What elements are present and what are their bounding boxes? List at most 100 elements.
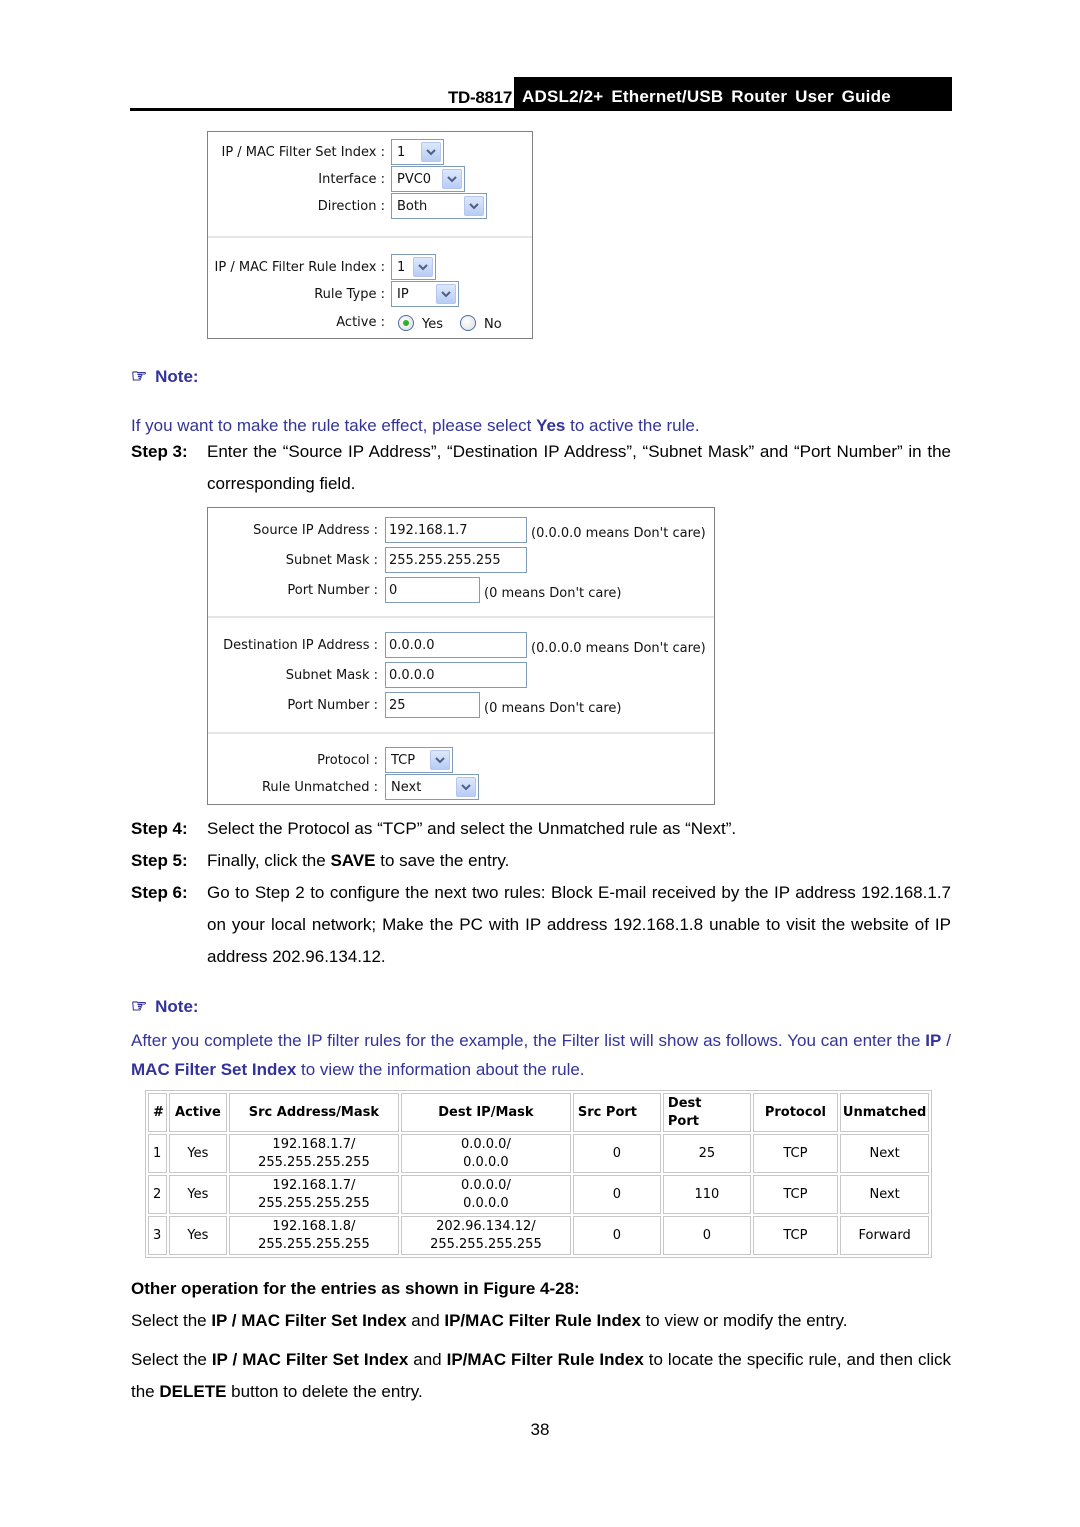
dest-port-hint: (0 means Don't care) bbox=[484, 701, 622, 716]
active-no-radio[interactable] bbox=[460, 315, 476, 331]
rule-type-label: Rule Type : bbox=[314, 287, 385, 302]
chevron-down-icon[interactable] bbox=[464, 196, 484, 216]
panel-divider bbox=[208, 732, 714, 734]
cell-src-text: 255.255.255.255 bbox=[258, 1236, 370, 1252]
cell-dest-port-text: 25 bbox=[698, 1145, 716, 1161]
dest-ip-hint: (0.0.0.0 means Don't care) bbox=[531, 641, 706, 656]
chevron-down-icon[interactable] bbox=[436, 284, 456, 304]
note-text-part: If you want to make the rule take effect… bbox=[131, 416, 537, 435]
step-3: Step 3: Enter the “Source IP Address”, “… bbox=[131, 436, 951, 500]
ip-rule-panel: Source IP Address : 192.168.1.7 (0.0.0.0… bbox=[207, 507, 715, 805]
step-text-bold: SAVE bbox=[330, 851, 376, 870]
dest-mask-label: Subnet Mask : bbox=[285, 668, 378, 683]
other-ops-heading: Other operation for the entries as shown… bbox=[131, 1279, 580, 1298]
cell-protocol: TCP bbox=[752, 1134, 838, 1173]
rule-unmatched-select[interactable]: Next bbox=[385, 774, 479, 800]
cell-src-text: 255.255.255.255 bbox=[258, 1154, 370, 1170]
source-mask-input[interactable]: 255.255.255.255 bbox=[385, 547, 527, 573]
cell-protocol-text: TCP bbox=[783, 1145, 808, 1161]
cell-dest-text: 202.96.134.12/ bbox=[436, 1218, 536, 1234]
cell-unmatched-text: Forward bbox=[858, 1227, 911, 1243]
cell-num: 3 bbox=[148, 1216, 167, 1255]
cell-active-text: Yes bbox=[187, 1186, 209, 1202]
col-header-unmatched: Unmatched bbox=[839, 1093, 930, 1132]
text-bold: IP / MAC Filter Set Index bbox=[211, 1311, 407, 1330]
source-port-input[interactable]: 0 bbox=[385, 577, 480, 603]
rule-index-label: IP / MAC Filter Rule Index : bbox=[214, 260, 385, 275]
protocol-select[interactable]: TCP bbox=[385, 747, 453, 773]
note-heading: ☞ Note: bbox=[131, 996, 199, 1017]
col-header-dest-port: Dest Port bbox=[662, 1093, 751, 1132]
step-5: Step 5: Finally, click the SAVE to save … bbox=[131, 845, 951, 877]
step-text: to save the entry. bbox=[375, 851, 510, 870]
text-part: Select the bbox=[131, 1350, 212, 1369]
cell-num-text: 3 bbox=[153, 1227, 162, 1243]
set-index-select[interactable]: 1 bbox=[391, 139, 444, 165]
other-ops-p2: Select the IP / MAC Filter Set Index and… bbox=[131, 1344, 951, 1408]
active-yes-radio[interactable] bbox=[398, 315, 414, 331]
cell-src-text: 192.168.1.7/ bbox=[272, 1136, 356, 1152]
cell-num: 1 bbox=[148, 1134, 167, 1173]
interface-label: Interface : bbox=[318, 172, 385, 187]
dest-mask-value: 0.0.0.0 bbox=[389, 667, 435, 683]
filter-set-panel: IP / MAC Filter Set Index : 1 Interface … bbox=[207, 131, 533, 339]
source-port-hint: (0 means Don't care) bbox=[484, 586, 622, 601]
cell-active: Yes bbox=[168, 1134, 227, 1173]
chevron-down-icon[interactable] bbox=[430, 750, 450, 770]
cell-unmatched-text: Next bbox=[869, 1145, 900, 1161]
source-ip-input[interactable]: 192.168.1.7 bbox=[385, 517, 527, 543]
col-header-active: Active bbox=[168, 1093, 227, 1132]
text-bold: IP/MAC Filter Rule Index bbox=[446, 1350, 644, 1369]
cell-dest: 202.96.134.12/255.255.255.255 bbox=[400, 1216, 571, 1255]
cell-dest: 0.0.0.0/0.0.0.0 bbox=[400, 1175, 571, 1214]
cell-dest-port-text: 110 bbox=[694, 1186, 720, 1202]
source-ip-label: Source IP Address : bbox=[253, 523, 378, 538]
cell-src-text: 255.255.255.255 bbox=[258, 1195, 370, 1211]
text-part: and bbox=[408, 1350, 447, 1369]
cell-unmatched: Next bbox=[839, 1175, 930, 1214]
dest-mask-input[interactable]: 0.0.0.0 bbox=[385, 662, 527, 688]
direction-value: Both bbox=[397, 198, 428, 214]
note-text: After you complete the IP filter rules f… bbox=[131, 1026, 951, 1084]
cell-unmatched: Forward bbox=[839, 1216, 930, 1255]
dest-ip-value: 0.0.0.0 bbox=[389, 637, 435, 653]
direction-select[interactable]: Both bbox=[391, 193, 487, 219]
set-index-value: 1 bbox=[397, 144, 406, 160]
table-row: 1 Yes 192.168.1.7/255.255.255.255 0.0.0.0/0… bbox=[148, 1134, 930, 1173]
rule-unmatched-value: Next bbox=[391, 779, 422, 795]
step-6: Step 6: Go to Step 2 to configure the ne… bbox=[131, 877, 951, 973]
cell-protocol-text: TCP bbox=[783, 1186, 808, 1202]
cell-dest-port: 110 bbox=[662, 1175, 751, 1214]
col-header-dest: Dest IP/Mask bbox=[400, 1093, 571, 1132]
cell-num-text: 1 bbox=[153, 1145, 162, 1161]
cell-dest-text: 0.0.0.0/ bbox=[460, 1136, 511, 1152]
cell-src-port-text: 0 bbox=[612, 1145, 622, 1161]
page-number: 38 bbox=[530, 1420, 550, 1439]
text-bold: IP / MAC Filter Set Index bbox=[211, 1350, 409, 1369]
chevron-down-icon[interactable] bbox=[442, 169, 462, 189]
step-body: Select the Protocol as “TCP” and select … bbox=[207, 819, 737, 838]
cell-protocol: TCP bbox=[752, 1175, 838, 1214]
chevron-down-icon[interactable] bbox=[421, 142, 441, 162]
chevron-down-icon[interactable] bbox=[456, 777, 476, 797]
rule-type-select[interactable]: IP bbox=[391, 281, 459, 307]
step-body: Go to Step 2 to configure the next two r… bbox=[207, 883, 951, 966]
note-text-bold: Yes bbox=[536, 416, 566, 435]
cell-dest-text: 0.0.0.0 bbox=[463, 1154, 509, 1170]
chevron-down-icon[interactable] bbox=[413, 257, 433, 277]
header-rule bbox=[130, 108, 520, 111]
step-label: Step 3: bbox=[131, 442, 188, 461]
rule-index-select[interactable]: 1 bbox=[391, 254, 436, 280]
cell-src-text: 192.168.1.7/ bbox=[272, 1177, 356, 1193]
interface-select[interactable]: PVC0 bbox=[391, 166, 465, 192]
cell-active-text: Yes bbox=[187, 1227, 209, 1243]
dest-ip-input[interactable]: 0.0.0.0 bbox=[385, 632, 527, 658]
table-header-row: # Active Src Address/Mask Dest IP/Mask S… bbox=[148, 1093, 930, 1132]
active-label: Active : bbox=[336, 315, 385, 330]
cell-dest-text: 255.255.255.255 bbox=[430, 1236, 542, 1252]
dest-port-input[interactable]: 25 bbox=[385, 692, 480, 718]
cell-src-port-text: 0 bbox=[612, 1186, 622, 1202]
source-mask-label: Subnet Mask : bbox=[285, 553, 378, 568]
header-model: TD-8817 bbox=[447, 88, 512, 107]
rule-type-value: IP bbox=[397, 286, 409, 302]
